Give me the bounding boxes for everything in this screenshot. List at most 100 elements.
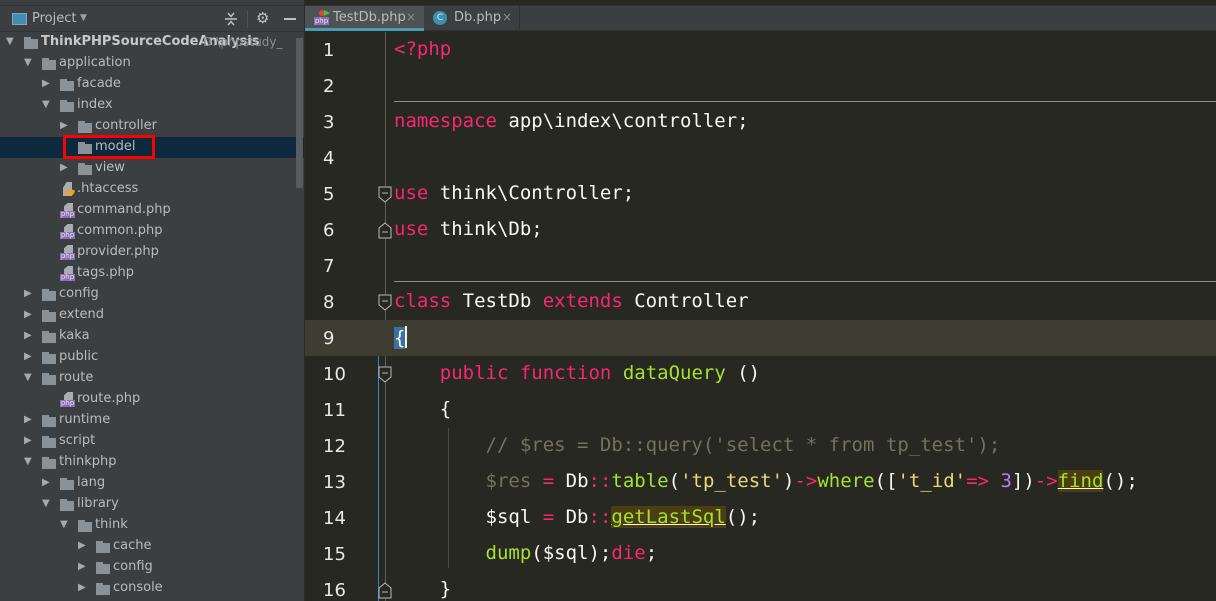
tree-item-model[interactable]: model	[0, 137, 304, 158]
tree-item-label: .htaccess	[77, 181, 139, 196]
code-area[interactable]: 1 <?php 2 3 namespace app\index\controller; 4…	[305, 32, 1216, 601]
code-line[interactable]: 1 <?php	[305, 32, 1216, 68]
line-number: 14	[323, 508, 346, 529]
folder-icon	[96, 541, 112, 553]
code-line[interactable]: 8 class TestDb extends Controller	[305, 284, 1216, 320]
code-line[interactable]: 13 $res = Db::table('tp_test')->where(['…	[305, 464, 1216, 500]
collapsed-arrow-icon[interactable]: ▶	[42, 78, 52, 89]
collapsed-arrow-icon[interactable]: ▶	[78, 582, 88, 593]
collapsed-arrow-icon[interactable]: ▶	[24, 309, 34, 320]
code-line[interactable]: 3 namespace app\index\controller;	[305, 104, 1216, 140]
code-token: // $res = Db::query('select * from tp_te…	[394, 434, 1001, 456]
code-line[interactable]: 9{	[305, 320, 1216, 356]
code-text: <?php	[394, 38, 451, 60]
tab-db-php[interactable]: C Db.php ×	[424, 6, 520, 31]
code-text: {	[394, 326, 408, 349]
collapsed-arrow-icon[interactable]: ▶	[78, 561, 88, 572]
tree-item-route-php[interactable]: php route.php	[0, 389, 304, 410]
collapsed-arrow-icon[interactable]: ▶	[24, 435, 34, 446]
tree-item-thinkphpsourcecodeanalysis[interactable]: ▼ ThinkPHPSourceCodeAnalysis D:\phpstudy_	[0, 32, 304, 53]
tree-item-label: runtime	[59, 412, 111, 427]
tree-item-extend[interactable]: ▶ extend	[0, 305, 304, 326]
collapsed-arrow-icon[interactable]: ▶	[24, 351, 34, 362]
code-line[interactable]: 2	[305, 68, 1216, 104]
tree-item-config[interactable]: ▶ config	[0, 284, 304, 305]
collapsed-arrow-icon[interactable]: ▶	[24, 414, 34, 425]
expanded-arrow-icon[interactable]: ▼	[24, 456, 34, 467]
fold-start-icon[interactable]	[378, 186, 393, 203]
code-line[interactable]: 6 use think\Db;	[305, 212, 1216, 248]
code-line[interactable]: 7	[305, 248, 1216, 284]
chevron-down-icon[interactable]: ▼	[80, 13, 87, 23]
close-icon[interactable]: ×	[406, 10, 416, 24]
collapsed-arrow-icon[interactable]: ▶	[60, 120, 70, 131]
code-line[interactable]: 12 // $res = Db::query('select * from tp…	[305, 428, 1216, 464]
php-file-icon: php	[60, 392, 76, 408]
tree-item-public[interactable]: ▶ public	[0, 347, 304, 368]
tree-item-provider-php[interactable]: php provider.php	[0, 242, 304, 263]
collapsed-arrow-icon[interactable]: ▶	[42, 477, 52, 488]
collapse-all-icon[interactable]	[224, 11, 238, 27]
tree-item-thinkphp[interactable]: ▼ thinkphp	[0, 452, 304, 473]
code-line[interactable]: 10 public function dataQuery ()	[305, 356, 1216, 392]
text-caret	[405, 326, 408, 348]
collapsed-arrow-icon[interactable]: ▶	[24, 288, 34, 299]
minimize-icon[interactable]	[284, 18, 296, 20]
tree-item-cache[interactable]: ▶ cache	[0, 536, 304, 557]
tree-item-runtime[interactable]: ▶ runtime	[0, 410, 304, 431]
expanded-arrow-icon[interactable]: ▼	[6, 36, 16, 47]
tree-item-script[interactable]: ▶ script	[0, 431, 304, 452]
tree-item-kaka[interactable]: ▶ kaka	[0, 326, 304, 347]
collapsed-arrow-icon[interactable]: ▶	[60, 162, 70, 173]
tree-item-console[interactable]: ▶ console	[0, 578, 304, 599]
tree-item-htaccess[interactable]: .htaccess	[0, 179, 304, 200]
tree-item-library[interactable]: ▼ library	[0, 494, 304, 515]
collapsed-arrow-icon[interactable]: ▶	[24, 330, 34, 341]
tree-item-index[interactable]: ▼ index	[0, 95, 304, 116]
code-token: )	[783, 470, 795, 492]
project-tool-window: Project ▼ ⚙ ▼ ThinkPHPSourceCodeAnalysis D…	[0, 0, 305, 601]
tree-item-tags-php[interactable]: php tags.php	[0, 263, 304, 284]
code-line[interactable]: 14 $sql = Db::getLastSql();	[305, 500, 1216, 536]
tree-item-controller[interactable]: ▶ controller	[0, 116, 304, 137]
tree-scrollbar[interactable]	[296, 38, 303, 188]
fold-start-icon[interactable]	[378, 294, 393, 311]
close-icon[interactable]: ×	[502, 10, 512, 24]
tree-item-command-php[interactable]: php command.php	[0, 200, 304, 221]
tree-item-lang[interactable]: ▶ lang	[0, 473, 304, 494]
tree-item-view[interactable]: ▶ view	[0, 158, 304, 179]
code-line[interactable]: 11 {	[305, 392, 1216, 428]
tree-item-think[interactable]: ▼ think	[0, 515, 304, 536]
folder-icon	[78, 142, 94, 154]
code-token: =>	[966, 470, 989, 492]
fold-end-icon[interactable]	[378, 581, 393, 599]
tree-item-application[interactable]: ▼ application	[0, 53, 304, 74]
expanded-arrow-icon[interactable]: ▼	[60, 519, 70, 530]
tree-item-label: config	[113, 559, 153, 574]
tree-item-config[interactable]: ▶ config	[0, 557, 304, 578]
expanded-arrow-icon[interactable]: ▼	[24, 57, 34, 68]
expanded-arrow-icon[interactable]: ▼	[24, 372, 34, 383]
tree-item-common-php[interactable]: php common.php	[0, 221, 304, 242]
line-number: 10	[323, 364, 346, 385]
expanded-arrow-icon[interactable]: ▼	[42, 99, 52, 110]
tree-item-facade[interactable]: ▶ facade	[0, 74, 304, 95]
tab-testdb-php[interactable]: php TestDb.php ×	[305, 6, 424, 31]
code-line[interactable]: 15 dump($sql);die;	[305, 536, 1216, 572]
code-token: $res	[485, 470, 532, 492]
code-line[interactable]: 4	[305, 140, 1216, 176]
gear-icon[interactable]: ⚙	[256, 9, 269, 27]
tree-item-label: library	[77, 496, 119, 511]
code-line[interactable]: 5 use think\Controller;	[305, 176, 1216, 212]
php-file-icon: php	[60, 266, 76, 282]
expanded-arrow-icon[interactable]: ▼	[42, 498, 52, 509]
collapsed-arrow-icon[interactable]: ▶	[78, 540, 88, 551]
project-view-selector[interactable]: Project	[32, 11, 76, 26]
line-number: 15	[323, 544, 346, 565]
tree-item-route[interactable]: ▼ route	[0, 368, 304, 389]
fold-start-icon[interactable]	[378, 366, 393, 383]
code-token: ()	[725, 362, 761, 384]
code-line[interactable]: 16 }	[305, 572, 1216, 601]
fold-end-icon[interactable]	[378, 221, 393, 239]
